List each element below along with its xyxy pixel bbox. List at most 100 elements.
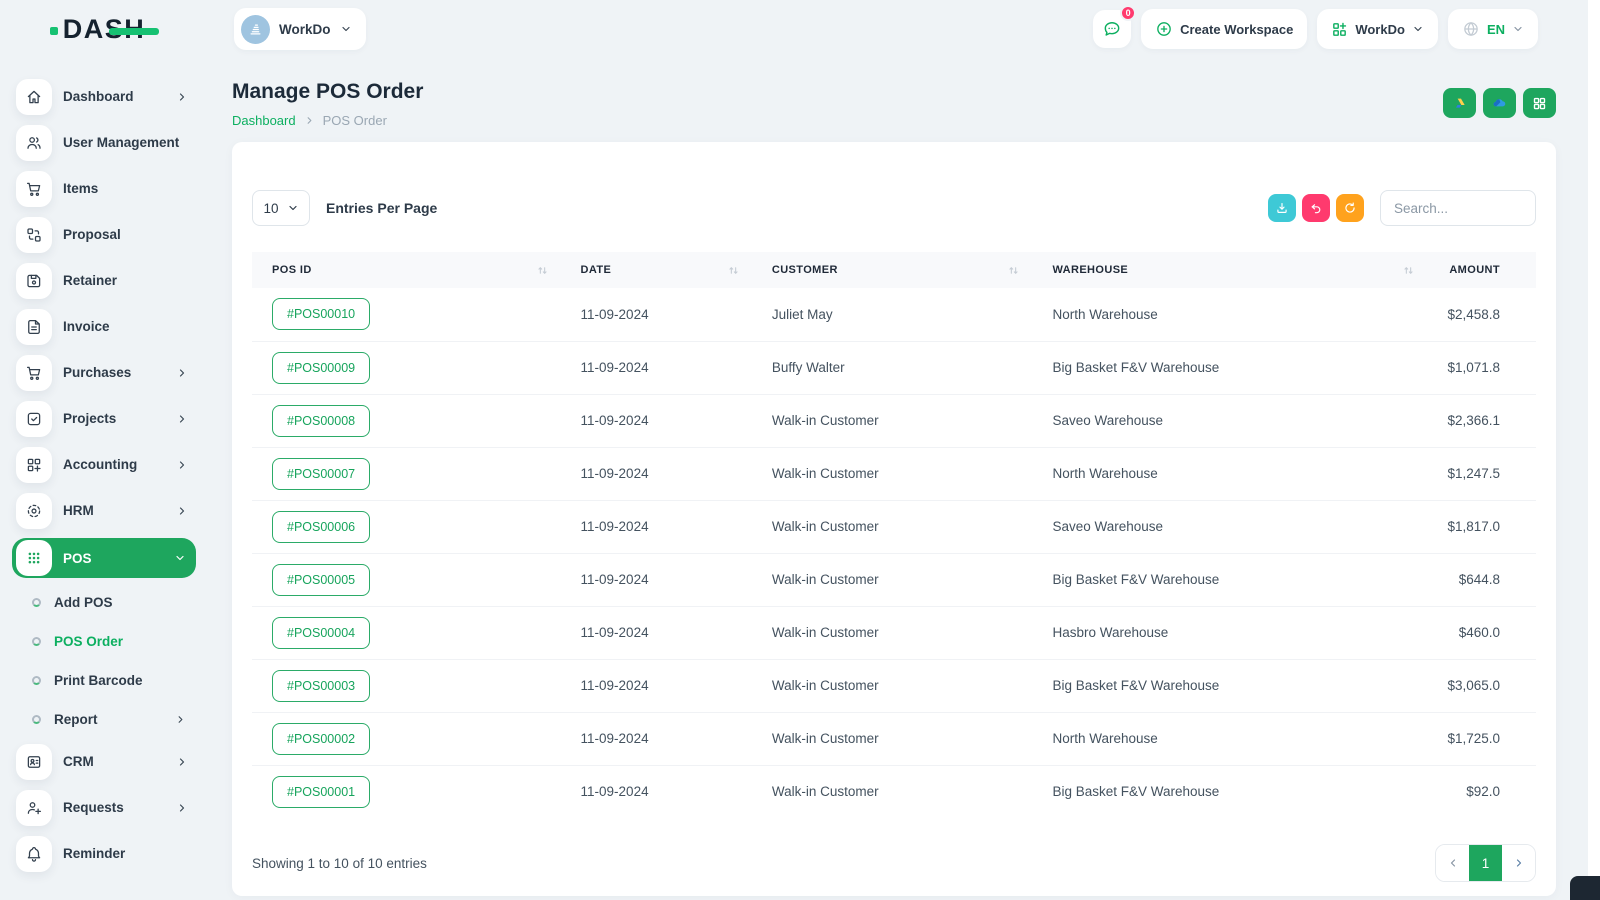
bullet-icon bbox=[32, 714, 41, 724]
app-logo[interactable]: DASH bbox=[49, 14, 160, 45]
exchange-icon bbox=[16, 216, 52, 253]
chevron-right-icon bbox=[178, 715, 183, 723]
pos-id-cell: #POS00005 bbox=[252, 552, 565, 606]
pos-id-link[interactable]: #POS00005 bbox=[272, 563, 371, 596]
entries-per-page-select[interactable]: 10 bbox=[252, 190, 310, 226]
amount-cell: $644.8 bbox=[1431, 552, 1536, 606]
search-input[interactable] bbox=[1380, 190, 1536, 226]
warehouse-cell: Saveo Warehouse bbox=[1036, 499, 1432, 553]
column-header-date[interactable]: DATE bbox=[564, 252, 756, 288]
pos-id-link[interactable]: #POS00009 bbox=[272, 351, 371, 384]
amount-cell: $2,366.1 bbox=[1431, 393, 1536, 447]
download-icon bbox=[1277, 203, 1287, 213]
app-switcher-label: WorkDo bbox=[1355, 21, 1405, 37]
date-cell: 11-09-2024 bbox=[564, 340, 756, 394]
sidebar-item-accounting[interactable]: Accounting bbox=[12, 446, 196, 483]
chevron-right-icon bbox=[307, 117, 312, 124]
table-row: #POS00010 11-09-2024 Juliet May North Wa… bbox=[252, 288, 1536, 341]
chevron-down-icon bbox=[341, 26, 350, 32]
table-row: #POS00004 11-09-2024 Walk-in Customer Ha… bbox=[252, 605, 1536, 659]
floating-widget-button[interactable] bbox=[1570, 876, 1600, 900]
logo-dash-icon bbox=[109, 27, 160, 35]
warehouse-cell: Big Basket F&V Warehouse bbox=[1036, 552, 1432, 606]
chevron-down-icon bbox=[288, 205, 297, 211]
breadcrumb: Dashboard POS Order bbox=[232, 113, 423, 128]
pos-order-card: 10 Entries Per Page Search... POS ID DAT… bbox=[232, 142, 1556, 896]
warehouse-cell: Hasbro Warehouse bbox=[1036, 605, 1432, 659]
grid-icon bbox=[1533, 97, 1546, 109]
messages-badge: 0 bbox=[1120, 5, 1137, 21]
messages-button[interactable]: 0 bbox=[1093, 5, 1137, 48]
workspace-selector[interactable]: WorkDo bbox=[234, 8, 366, 50]
column-header-pos-id[interactable]: POS ID bbox=[252, 252, 565, 288]
warehouse-cell: Big Basket F&V Warehouse bbox=[1036, 658, 1432, 712]
sidebar-subitem-add-pos[interactable]: Add POS bbox=[12, 587, 196, 617]
refresh-button[interactable] bbox=[1336, 194, 1364, 222]
users-icon bbox=[16, 124, 52, 161]
plus-circle-icon bbox=[1157, 22, 1171, 36]
sidebar-item-proposal[interactable]: Proposal bbox=[12, 216, 196, 253]
language-dropdown[interactable]: EN bbox=[1447, 9, 1538, 49]
customer-cell: Buffy Walter bbox=[755, 340, 1037, 394]
bell-icon bbox=[16, 835, 52, 872]
sidebar-item-user-management[interactable]: User Management bbox=[12, 124, 196, 161]
sidebar-item-projects[interactable]: Projects bbox=[12, 400, 196, 437]
topbar: DASH WorkDo 0 Create Workspace WorkDo EN bbox=[0, 0, 1600, 58]
pagination-next-button[interactable] bbox=[1502, 845, 1535, 881]
reset-button[interactable] bbox=[1302, 194, 1330, 222]
page-header: Manage POS Order Dashboard POS Order bbox=[232, 80, 1556, 128]
pos-id-cell: #POS00007 bbox=[252, 446, 565, 500]
sort-icon bbox=[729, 266, 738, 274]
table-header-row: POS ID DATE CUSTOMER WAREHOUSE AMOUNT bbox=[252, 252, 1536, 288]
create-workspace-button[interactable]: Create Workspace bbox=[1141, 9, 1308, 49]
grid-view-button[interactable] bbox=[1523, 88, 1556, 118]
export-button[interactable] bbox=[1268, 194, 1296, 222]
pagination-page-1[interactable]: 1 bbox=[1469, 845, 1502, 881]
pagination-prev-button[interactable] bbox=[1436, 845, 1469, 881]
sidebar-item-retainer[interactable]: Retainer bbox=[12, 262, 196, 299]
google-drive-button[interactable] bbox=[1443, 88, 1476, 118]
pos-id-link[interactable]: #POS00002 bbox=[272, 722, 371, 755]
chevron-down-icon bbox=[176, 555, 184, 561]
breadcrumb-dashboard-link[interactable]: Dashboard bbox=[232, 113, 296, 128]
pos-id-link[interactable]: #POS00001 bbox=[272, 775, 371, 808]
sidebar-item-crm[interactable]: CRM bbox=[12, 743, 196, 780]
sidebar-item-items[interactable]: Items bbox=[12, 170, 196, 207]
sidebar-item-purchases[interactable]: Purchases bbox=[12, 354, 196, 391]
sidebar-subitem-report[interactable]: Report bbox=[12, 704, 196, 734]
sidebar-subitem-print-barcode[interactable]: Print Barcode bbox=[12, 665, 196, 695]
page-header-actions bbox=[1443, 88, 1556, 118]
pos-id-link[interactable]: #POS00003 bbox=[272, 669, 371, 702]
cart-icon bbox=[16, 170, 52, 207]
onedrive-button[interactable] bbox=[1483, 88, 1516, 118]
date-cell: 11-09-2024 bbox=[564, 446, 756, 500]
page-title: Manage POS Order bbox=[232, 80, 424, 103]
chevron-right-icon bbox=[179, 506, 185, 515]
column-header-warehouse[interactable]: WAREHOUSE bbox=[1036, 252, 1432, 288]
sidebar-item-dashboard[interactable]: Dashboard bbox=[12, 78, 196, 115]
column-header-customer[interactable]: CUSTOMER bbox=[755, 252, 1037, 288]
table-row: #POS00008 11-09-2024 Walk-in Customer Sa… bbox=[252, 393, 1536, 447]
pos-order-table: POS ID DATE CUSTOMER WAREHOUSE AMOUNT #P… bbox=[252, 252, 1536, 818]
scrollbar-track[interactable] bbox=[1588, 0, 1600, 900]
amount-cell: $460.0 bbox=[1431, 605, 1536, 659]
chevron-down-icon bbox=[1514, 26, 1522, 32]
pos-id-link[interactable]: #POS00004 bbox=[272, 616, 371, 649]
pos-id-link[interactable]: #POS00010 bbox=[272, 298, 371, 331]
sidebar-item-invoice[interactable]: Invoice bbox=[12, 308, 196, 345]
grid-plus-icon bbox=[1333, 22, 1347, 36]
table-row: #POS00005 11-09-2024 Walk-in Customer Bi… bbox=[252, 552, 1536, 606]
showing-entries-text: Showing 1 to 10 of 10 entries bbox=[252, 855, 427, 871]
sidebar-subitem-pos-order[interactable]: POS Order bbox=[12, 626, 196, 656]
pos-id-link[interactable]: #POS00006 bbox=[272, 510, 371, 543]
sidebar-item-hrm[interactable]: HRM bbox=[12, 492, 196, 529]
warehouse-cell: Big Basket F&V Warehouse bbox=[1036, 764, 1432, 818]
sidebar-item-requests[interactable]: Requests bbox=[12, 789, 196, 826]
date-cell: 11-09-2024 bbox=[564, 658, 756, 712]
pos-id-link[interactable]: #POS00007 bbox=[272, 457, 371, 490]
sidebar-item-reminder[interactable]: Reminder bbox=[12, 835, 196, 872]
sidebar-item-pos[interactable]: POS bbox=[12, 538, 196, 578]
amount-cell: $1,817.0 bbox=[1431, 499, 1536, 553]
app-switcher-dropdown[interactable]: WorkDo bbox=[1317, 9, 1438, 49]
pos-id-link[interactable]: #POS00008 bbox=[272, 404, 371, 437]
